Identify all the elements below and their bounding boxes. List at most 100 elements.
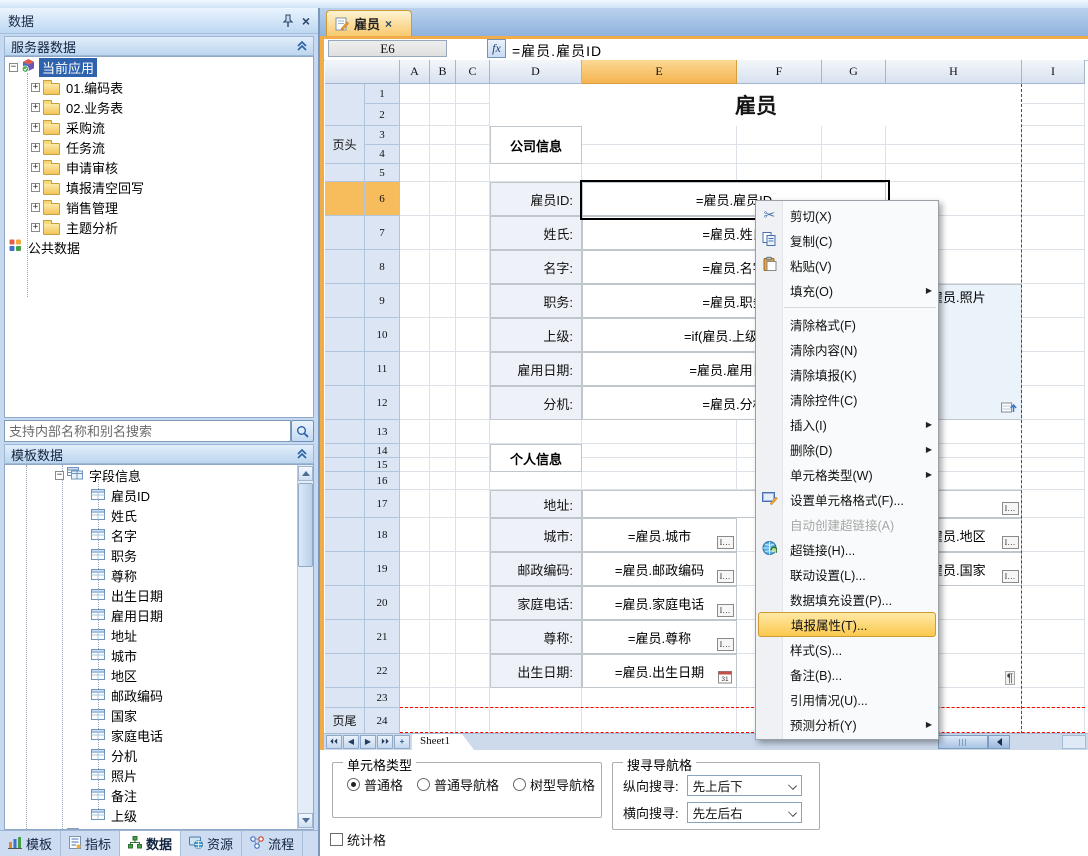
next-sheet-button[interactable]: ▶: [360, 735, 376, 749]
template-tree-item-3[interactable]: 名字: [5, 525, 313, 545]
panel-tab-2[interactable]: 数据: [120, 831, 181, 856]
cell-I4[interactable]: [1022, 145, 1085, 164]
field-label-cell-D11[interactable]: 雇用日期:: [490, 352, 582, 386]
cell-E23[interactable]: [582, 688, 737, 708]
cell-I11[interactable]: [1022, 352, 1085, 386]
formula-input[interactable]: =雇员.雇员ID: [512, 41, 602, 61]
row-header-8[interactable]: 8: [365, 250, 400, 284]
gutter-cell[interactable]: [325, 182, 365, 216]
context-menu-item-12[interactable]: 设置单元格格式(F)...: [756, 487, 938, 512]
field-label-cell-D10[interactable]: 上级:: [490, 318, 582, 352]
template-tree-item-17[interactable]: 上级: [5, 805, 313, 825]
cell-A6[interactable]: [400, 182, 430, 216]
cell-E13[interactable]: [582, 420, 737, 444]
cell-I8[interactable]: [1022, 250, 1085, 284]
cell-D15[interactable]: [490, 458, 582, 472]
template-tree-item-15[interactable]: 照片: [5, 765, 313, 785]
cell-C7[interactable]: [456, 216, 490, 250]
cell-A22[interactable]: [400, 654, 430, 688]
cell-E17[interactable]: [582, 490, 737, 518]
col-header-A[interactable]: A: [400, 60, 430, 84]
row-header-24[interactable]: 24: [365, 708, 400, 734]
cell-A2[interactable]: [400, 104, 430, 126]
cell-E11[interactable]: [582, 352, 737, 386]
field-label-cell-D19[interactable]: 邮政编码:: [490, 552, 582, 586]
context-menu-item-6[interactable]: 清除内容(N): [756, 337, 938, 362]
gutter-cell[interactable]: [325, 688, 365, 708]
cell-D3[interactable]: [490, 126, 582, 145]
cell-C12[interactable]: [456, 386, 490, 420]
col-header-E[interactable]: E: [582, 60, 737, 84]
server-tree-item-0[interactable]: −当前应用: [5, 57, 313, 77]
template-tree-item-8[interactable]: 地址: [5, 625, 313, 645]
cell-D14[interactable]: [490, 444, 582, 458]
cell-E1[interactable]: [582, 84, 737, 104]
sheet-tab[interactable]: Sheet1: [412, 734, 482, 750]
expand-node-icon[interactable]: +: [31, 163, 40, 172]
col-header-B[interactable]: B: [430, 60, 456, 84]
cell-D8[interactable]: [490, 250, 582, 284]
cell-A24[interactable]: [400, 708, 430, 734]
cell-C10[interactable]: [456, 318, 490, 352]
cell-D20[interactable]: [490, 586, 582, 620]
context-menu-item-3[interactable]: 填充(O)▶: [756, 278, 938, 303]
cell-E8[interactable]: [582, 250, 737, 284]
cell-C9[interactable]: [456, 284, 490, 318]
cell-F1[interactable]: [737, 84, 822, 104]
cell-A9[interactable]: [400, 284, 430, 318]
gutter-cell[interactable]: [325, 420, 365, 444]
field-value-cell-E20[interactable]: =雇员.家庭电话: [582, 586, 737, 620]
cell-C22[interactable]: [456, 654, 490, 688]
row-header-1[interactable]: 1: [365, 84, 400, 104]
cell-E14[interactable]: [582, 444, 737, 458]
context-menu-item-14[interactable]: 超链接(H)...: [756, 537, 938, 562]
paragraph-mark-icon[interactable]: ¶: [1001, 671, 1019, 685]
gutter-cell[interactable]: [325, 518, 365, 552]
cell-A23[interactable]: [400, 688, 430, 708]
row-header-2[interactable]: 2: [365, 104, 400, 126]
gutter-cell[interactable]: [325, 386, 365, 420]
template-tree-item-14[interactable]: 分机: [5, 745, 313, 765]
cell-I20[interactable]: [1022, 586, 1085, 620]
template-data-section-header[interactable]: 模板数据: [4, 444, 314, 464]
cell-D2[interactable]: [490, 104, 582, 126]
template-tree-item-0[interactable]: −字段信息: [5, 465, 313, 485]
text-widget-icon[interactable]: I…: [716, 569, 734, 583]
cell-A16[interactable]: [400, 472, 430, 490]
cell-B1[interactable]: [430, 84, 456, 104]
field-label-cell-D6[interactable]: 雇员ID:: [490, 182, 582, 216]
template-tree-item-13[interactable]: 家庭电话: [5, 725, 313, 745]
panel-tab-4[interactable]: 流程: [242, 831, 303, 856]
cell-C23[interactable]: [456, 688, 490, 708]
row-header-7[interactable]: 7: [365, 216, 400, 250]
col-header-H[interactable]: H: [886, 60, 1022, 84]
cell-D4[interactable]: [490, 145, 582, 164]
cell-I18[interactable]: [1022, 518, 1085, 552]
context-menu-item-15[interactable]: 联动设置(L)...: [756, 562, 938, 587]
cell-A1[interactable]: [400, 84, 430, 104]
cell-I19[interactable]: [1022, 552, 1085, 586]
context-menu-item-0[interactable]: ✂剪切(X): [756, 203, 938, 228]
cell-B16[interactable]: [430, 472, 456, 490]
context-menu-item-17[interactable]: 填报属性(T)...: [758, 612, 936, 637]
server-tree-item-7[interactable]: +销售管理: [5, 197, 313, 217]
cell-B6[interactable]: [430, 182, 456, 216]
gutter-cell[interactable]: [325, 444, 365, 458]
cell-B17[interactable]: [430, 490, 456, 518]
server-tree-item-9[interactable]: 公共数据: [5, 237, 313, 257]
cell-D22[interactable]: [490, 654, 582, 688]
cell-E21[interactable]: [582, 620, 737, 654]
collapse-node-icon[interactable]: −: [9, 63, 18, 72]
expand-node-icon[interactable]: +: [31, 223, 40, 232]
cell-D10[interactable]: [490, 318, 582, 352]
row-header-17[interactable]: 17: [365, 490, 400, 518]
context-menu-item-7[interactable]: 清除填报(K): [756, 362, 938, 387]
cell-C5[interactable]: [456, 164, 490, 182]
search-button[interactable]: [291, 420, 314, 442]
row-header-6[interactable]: 6: [365, 182, 400, 216]
vertical-scrollbar[interactable]: [297, 465, 314, 829]
cell-G3[interactable]: [822, 126, 886, 145]
cell-B7[interactable]: [430, 216, 456, 250]
document-tab[interactable]: 雇员 ×: [326, 10, 412, 36]
cell-E18[interactable]: [582, 518, 737, 552]
